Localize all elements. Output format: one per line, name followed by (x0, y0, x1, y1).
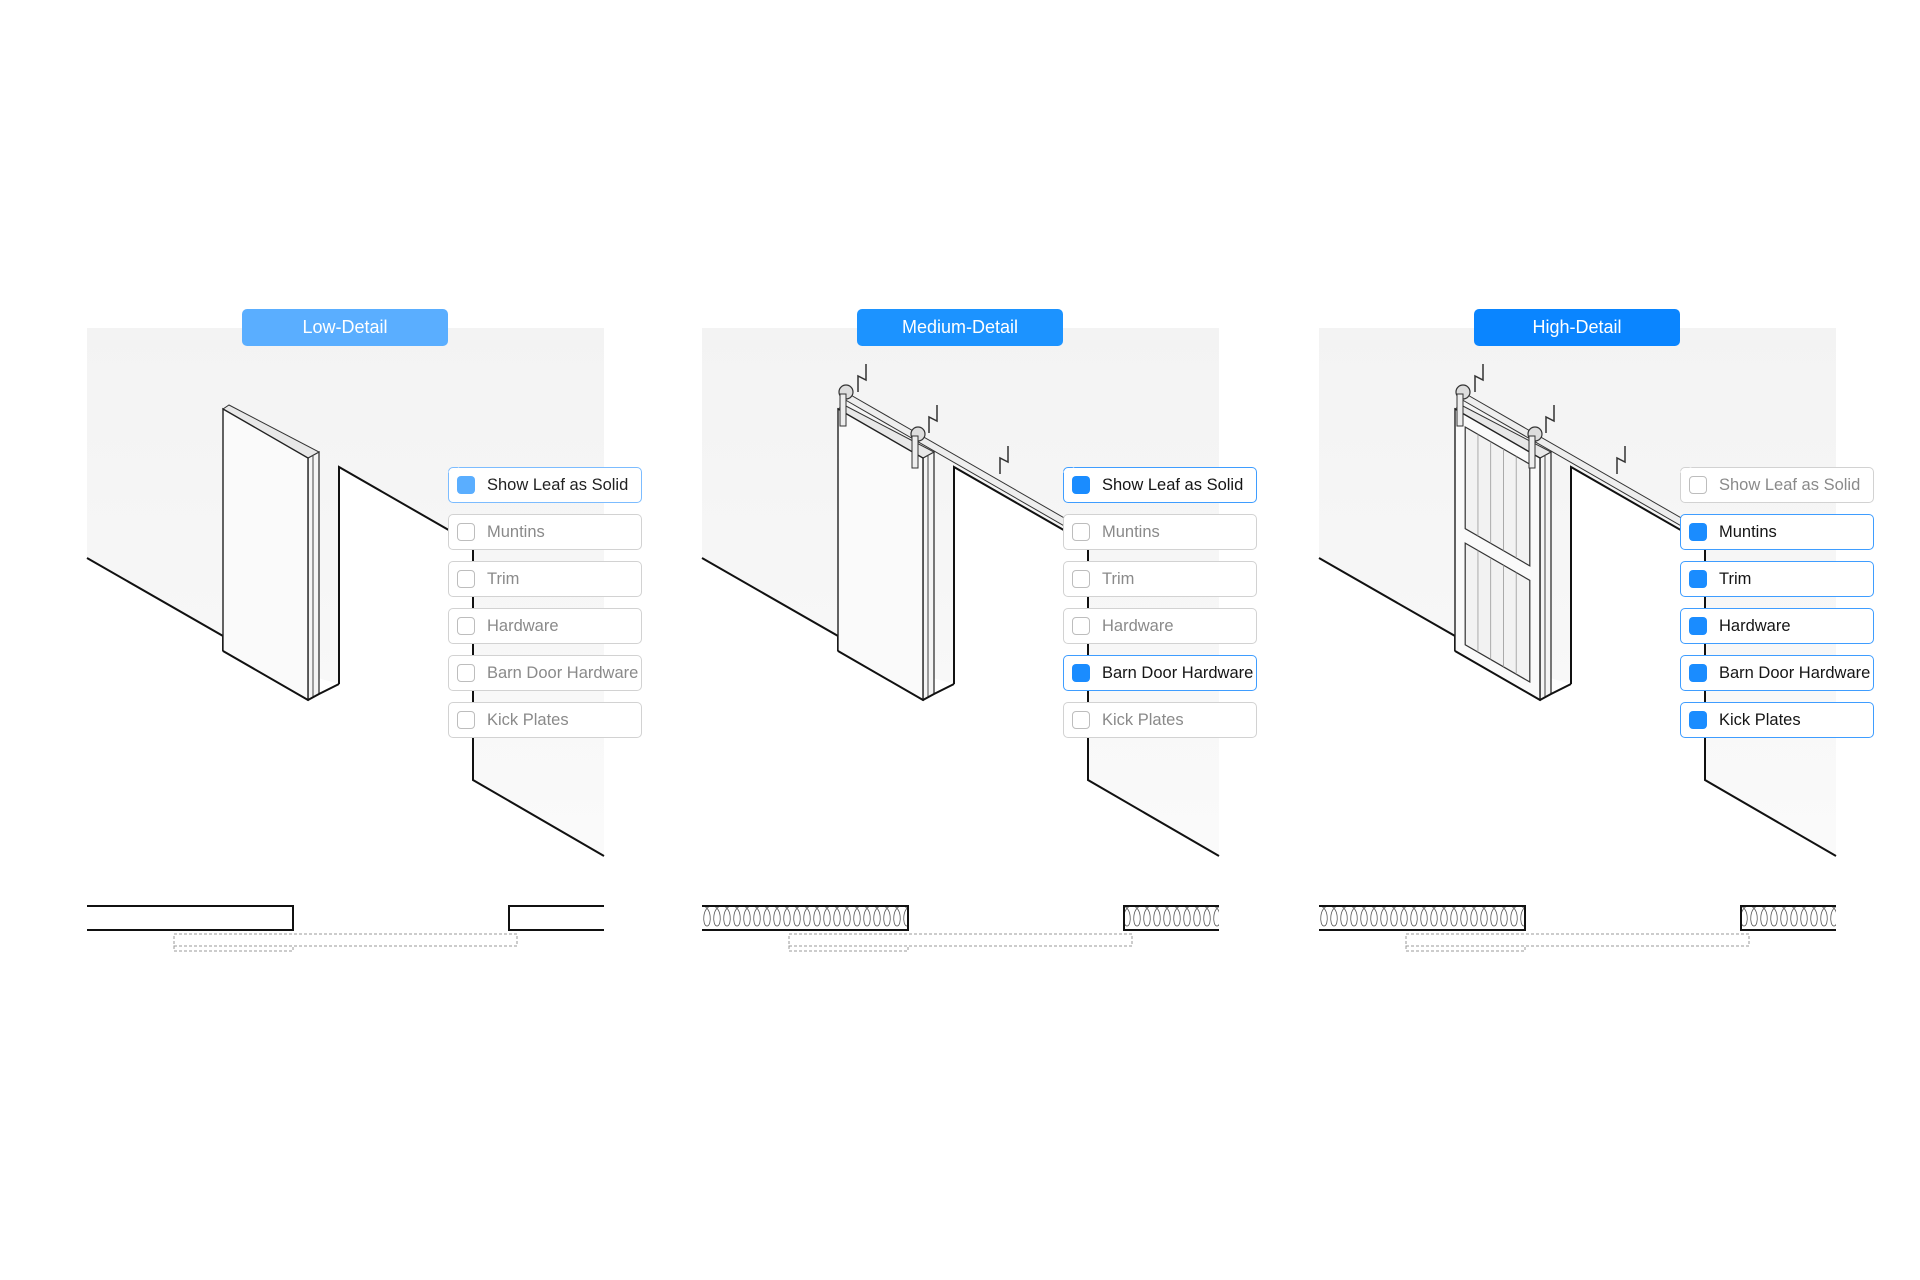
roller-strap (1528, 435, 1536, 469)
checkbox[interactable] (457, 664, 475, 682)
plan-wall-right (1124, 906, 1219, 930)
visibility-options-list: Show Leaf as Solid Muntins Trim Hardware Bar… (1063, 467, 1257, 749)
plan-wall-left (1319, 906, 1525, 930)
plan-wall-right (509, 906, 604, 930)
option-muntins[interactable]: Muntins (1680, 467, 1874, 550)
roller-strap (1456, 393, 1464, 427)
roller-strap (911, 435, 919, 469)
panel-medium-detail: Medium-Detail Show Leaf as Solid Muntins Tr… (701, 309, 1257, 968)
option-label: Kick Plates (487, 710, 569, 729)
checkbox[interactable] (1072, 570, 1090, 588)
option-barn-door-hardware[interactable]: Barn Door Hardware (1063, 467, 1257, 691)
checkmark-icon (448, 467, 460, 476)
door-leaf (837, 407, 924, 702)
option-label: Barn Door Hardware (487, 663, 639, 682)
option-label: Hardware (1719, 616, 1791, 635)
option-show-leaf-as-solid[interactable]: Show Leaf as Solid (1680, 467, 1874, 503)
checkbox[interactable] (457, 570, 475, 588)
checkbox[interactable] (448, 467, 475, 494)
option-barn-door-hardware[interactable]: Barn Door Hardware (1680, 467, 1874, 691)
panel-low-detail: Low-Detail Show Leaf as Solid Muntins Trim H… (86, 309, 642, 968)
plan-wall-right (1741, 906, 1836, 930)
option-hardware[interactable]: Hardware (448, 608, 642, 644)
option-muntins[interactable]: Muntins (1063, 514, 1257, 550)
checkbox[interactable] (1063, 467, 1090, 682)
option-label: Trim (1102, 569, 1135, 588)
detail-level-label: Medium-Detail (857, 309, 1063, 346)
option-kick-plates[interactable]: Kick Plates (1680, 467, 1874, 738)
option-show-leaf-as-solid[interactable]: Show Leaf as Solid (1063, 467, 1257, 503)
checkbox[interactable] (457, 617, 475, 635)
checkbox[interactable] (1689, 476, 1707, 494)
option-show-leaf-as-solid[interactable]: Show Leaf as Solid (448, 467, 642, 503)
checkbox[interactable] (457, 711, 475, 729)
checkbox[interactable] (457, 523, 475, 541)
plan-wall-left (87, 906, 293, 930)
option-label: Barn Door Hardware (1719, 663, 1871, 682)
checkbox[interactable] (1680, 467, 1707, 729)
option-label: Trim (1719, 569, 1752, 588)
checkbox[interactable] (1063, 467, 1090, 494)
option-label: Muntins (1719, 522, 1777, 541)
detail-level-label: Low-Detail (242, 309, 448, 346)
checkbox[interactable] (1072, 711, 1090, 729)
checkbox[interactable] (1680, 467, 1707, 541)
checkbox[interactable] (1680, 467, 1707, 682)
option-label: Hardware (1102, 616, 1174, 635)
option-hardware[interactable]: Hardware (1680, 467, 1874, 644)
panel-high-detail: High-Detail Show Leaf as Solid Muntins Trim… (1318, 309, 1874, 968)
checkbox[interactable] (1680, 467, 1707, 635)
option-label: Show Leaf as Solid (487, 475, 629, 494)
option-label: Show Leaf as Solid (1719, 475, 1861, 494)
checkbox[interactable] (1072, 617, 1090, 635)
checkbox[interactable] (1680, 467, 1707, 588)
roller-strap (839, 393, 847, 427)
option-label: Muntins (1102, 522, 1160, 541)
checkbox[interactable] (1072, 523, 1090, 541)
option-kick-plates[interactable]: Kick Plates (1063, 702, 1257, 738)
checkmark-icon (1063, 467, 1075, 476)
option-trim[interactable]: Trim (448, 561, 642, 597)
visibility-options-list: Show Leaf as Solid Muntins Trim Hardware Bar… (448, 467, 642, 749)
option-label: Barn Door Hardware (1102, 663, 1254, 682)
option-muntins[interactable]: Muntins (448, 514, 642, 550)
plan-wall-left (702, 906, 908, 930)
option-trim[interactable]: Trim (1680, 467, 1874, 597)
door-leaf (222, 407, 309, 702)
checkmark-icon (1680, 467, 1692, 476)
option-barn-door-hardware[interactable]: Barn Door Hardware (448, 655, 642, 691)
option-label: Trim (487, 569, 520, 588)
option-label: Show Leaf as Solid (1102, 475, 1244, 494)
option-label: Muntins (487, 522, 545, 541)
visibility-options-list: Show Leaf as Solid Muntins Trim Hardware Bar… (1680, 467, 1874, 749)
option-trim[interactable]: Trim (1063, 561, 1257, 597)
detail-level-label: High-Detail (1474, 309, 1680, 346)
option-label: Kick Plates (1719, 710, 1801, 729)
option-label: Kick Plates (1102, 710, 1184, 729)
option-hardware[interactable]: Hardware (1063, 608, 1257, 644)
option-label: Hardware (487, 616, 559, 635)
option-kick-plates[interactable]: Kick Plates (448, 702, 642, 738)
